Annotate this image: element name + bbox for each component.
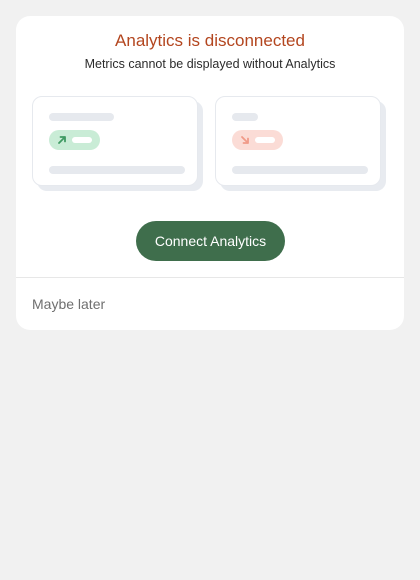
metric-preview-card-negative (215, 96, 381, 186)
card-subtitle: Metrics cannot be displayed without Anal… (84, 57, 336, 71)
skeleton-line (49, 113, 114, 121)
card-title: Analytics is disconnected (115, 31, 305, 50)
trend-up-pill (49, 130, 100, 150)
pill-value-placeholder (255, 137, 275, 143)
skeleton-line (49, 166, 185, 174)
divider (16, 277, 404, 278)
connect-analytics-button[interactable]: Connect Analytics (136, 221, 285, 261)
maybe-later-link[interactable]: Maybe later (32, 296, 105, 312)
skeleton-line (232, 166, 368, 174)
trend-down-pill (232, 130, 283, 150)
metric-preview-card-positive (32, 96, 198, 186)
analytics-disconnected-card: Analytics is disconnected Metrics cannot… (16, 16, 404, 330)
arrow-down-right-icon (241, 136, 249, 144)
arrow-up-right-icon (58, 136, 66, 144)
pill-value-placeholder (72, 137, 92, 143)
skeleton-line (232, 113, 258, 121)
